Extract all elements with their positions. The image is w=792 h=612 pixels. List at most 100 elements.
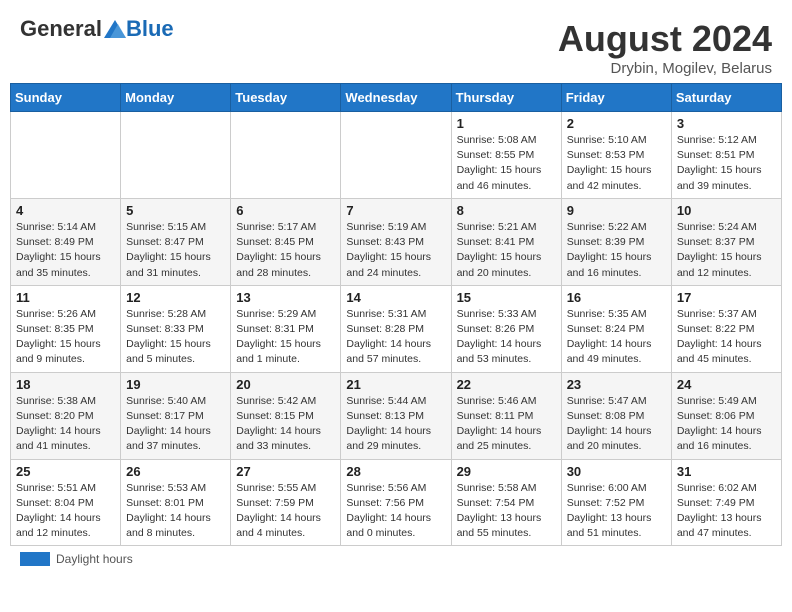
calendar-cell: 7 Sunrise: 5:19 AM Sunset: 8:43 PM Daylig… [341,198,451,285]
week-row-1: 4Sunrise: 5:14 AM Sunset: 8:49 PM Daylig… [11,198,782,285]
calendar-cell: 6 Sunrise: 5:17 AM Sunset: 8:45 PM Daylig… [231,198,341,285]
calendar-cell: 16 Sunrise: 5:35 AM Sunset: 8:24 PM Dayli… [561,285,671,372]
day-number: 31 [677,464,776,479]
calendar-cell: 24 Sunrise: 5:49 AM Sunset: 8:06 PM Dayli… [671,372,781,459]
calendar-cell: 30 Sunrise: 6:00 AM Sunset: 7:52 PM Dayli… [561,459,671,546]
calendar-cell [341,112,451,199]
day-info: Sunrise: 5:37 AM Sunset: 8:22 PM Dayligh… [677,307,776,368]
weekday-header-monday: Monday [121,84,231,112]
day-info: Sunrise: 6:00 AM Sunset: 7:52 PM Dayligh… [567,481,666,542]
weekday-header-tuesday: Tuesday [231,84,341,112]
day-number: 29 [457,464,556,479]
day-number: 11 [16,290,115,305]
month-year: August 2024 [558,18,772,60]
day-info: Sunrise: 5:49 AM Sunset: 8:06 PM Dayligh… [677,394,776,455]
calendar-cell: 4Sunrise: 5:14 AM Sunset: 8:49 PM Daylig… [11,198,121,285]
calendar-cell: 27 Sunrise: 5:55 AM Sunset: 7:59 PM Dayli… [231,459,341,546]
day-number: 13 [236,290,335,305]
calendar-cell: 8Sunrise: 5:21 AM Sunset: 8:41 PM Daylig… [451,198,561,285]
weekday-header-saturday: Saturday [671,84,781,112]
day-info: Sunrise: 5:29 AM Sunset: 8:31 PM Dayligh… [236,307,335,368]
logo: General Blue [20,18,174,40]
day-number: 24 [677,377,776,392]
day-number: 20 [236,377,335,392]
day-number: 14 [346,290,445,305]
day-info: Sunrise: 5:19 AM Sunset: 8:43 PM Dayligh… [346,220,445,281]
week-row-0: 1Sunrise: 5:08 AM Sunset: 8:55 PM Daylig… [11,112,782,199]
logo-icon [104,20,126,38]
weekday-header-sunday: Sunday [11,84,121,112]
title-area: August 2024 Drybin, Mogilev, Belarus [558,18,772,77]
day-info: Sunrise: 5:46 AM Sunset: 8:11 PM Dayligh… [457,394,556,455]
calendar-cell [121,112,231,199]
day-info: Sunrise: 5:35 AM Sunset: 8:24 PM Dayligh… [567,307,666,368]
calendar-cell: 20Sunrise: 5:42 AM Sunset: 8:15 PM Dayli… [231,372,341,459]
day-info: Sunrise: 5:38 AM Sunset: 8:20 PM Dayligh… [16,394,115,455]
day-info: Sunrise: 5:56 AM Sunset: 7:56 PM Dayligh… [346,481,445,542]
day-number: 30 [567,464,666,479]
calendar-cell: 31 Sunrise: 6:02 AM Sunset: 7:49 PM Dayli… [671,459,781,546]
day-number: 5 [126,203,225,218]
day-number: 18 [16,377,115,392]
day-number: 3 [677,116,776,131]
calendar-cell: 14Sunrise: 5:31 AM Sunset: 8:28 PM Dayli… [341,285,451,372]
day-info: Sunrise: 6:02 AM Sunset: 7:49 PM Dayligh… [677,481,776,542]
calendar-cell: 19 Sunrise: 5:40 AM Sunset: 8:17 PM Dayli… [121,372,231,459]
daylight-label: Daylight hours [56,552,133,566]
calendar-cell: 28 Sunrise: 5:56 AM Sunset: 7:56 PM Dayli… [341,459,451,546]
weekday-header-row: SundayMondayTuesdayWednesdayThursdayFrid… [11,84,782,112]
day-info: Sunrise: 5:26 AM Sunset: 8:35 PM Dayligh… [16,307,115,368]
day-info: Sunrise: 5:51 AM Sunset: 8:04 PM Dayligh… [16,481,115,542]
day-info: Sunrise: 5:15 AM Sunset: 8:47 PM Dayligh… [126,220,225,281]
calendar-cell: 1Sunrise: 5:08 AM Sunset: 8:55 PM Daylig… [451,112,561,199]
calendar-table: SundayMondayTuesdayWednesdayThursdayFrid… [10,83,782,546]
day-number: 21 [346,377,445,392]
weekday-header-thursday: Thursday [451,84,561,112]
day-number: 25 [16,464,115,479]
day-info: Sunrise: 5:24 AM Sunset: 8:37 PM Dayligh… [677,220,776,281]
day-number: 7 [346,203,445,218]
header: General Blue August 2024 Drybin, Mogilev… [10,10,782,83]
logo-blue: Blue [126,18,174,40]
day-info: Sunrise: 5:12 AM Sunset: 8:51 PM Dayligh… [677,133,776,194]
day-info: Sunrise: 5:28 AM Sunset: 8:33 PM Dayligh… [126,307,225,368]
calendar-cell: 29 Sunrise: 5:58 AM Sunset: 7:54 PM Dayli… [451,459,561,546]
daylight-swatch [20,552,50,566]
logo-area: General Blue [20,18,174,40]
day-number: 22 [457,377,556,392]
footer: Daylight hours [10,546,782,568]
day-number: 12 [126,290,225,305]
day-info: Sunrise: 5:10 AM Sunset: 8:53 PM Dayligh… [567,133,666,194]
week-row-3: 18 Sunrise: 5:38 AM Sunset: 8:20 PM Dayli… [11,372,782,459]
day-info: Sunrise: 5:17 AM Sunset: 8:45 PM Dayligh… [236,220,335,281]
week-row-2: 11 Sunrise: 5:26 AM Sunset: 8:35 PM Dayli… [11,285,782,372]
location: Drybin, Mogilev, Belarus [558,60,772,77]
day-number: 1 [457,116,556,131]
day-info: Sunrise: 5:44 AM Sunset: 8:13 PM Dayligh… [346,394,445,455]
calendar-cell: 22 Sunrise: 5:46 AM Sunset: 8:11 PM Dayli… [451,372,561,459]
calendar-cell: 13 Sunrise: 5:29 AM Sunset: 8:31 PM Dayli… [231,285,341,372]
calendar-cell [11,112,121,199]
day-number: 6 [236,203,335,218]
calendar-cell: 25 Sunrise: 5:51 AM Sunset: 8:04 PM Dayli… [11,459,121,546]
day-info: Sunrise: 5:21 AM Sunset: 8:41 PM Dayligh… [457,220,556,281]
day-info: Sunrise: 5:22 AM Sunset: 8:39 PM Dayligh… [567,220,666,281]
day-number: 26 [126,464,225,479]
calendar-cell: 21 Sunrise: 5:44 AM Sunset: 8:13 PM Dayli… [341,372,451,459]
day-number: 16 [567,290,666,305]
calendar-cell: 9Sunrise: 5:22 AM Sunset: 8:39 PM Daylig… [561,198,671,285]
day-info: Sunrise: 5:55 AM Sunset: 7:59 PM Dayligh… [236,481,335,542]
day-info: Sunrise: 5:14 AM Sunset: 8:49 PM Dayligh… [16,220,115,281]
day-number: 27 [236,464,335,479]
calendar-cell: 26Sunrise: 5:53 AM Sunset: 8:01 PM Dayli… [121,459,231,546]
week-row-4: 25 Sunrise: 5:51 AM Sunset: 8:04 PM Dayli… [11,459,782,546]
calendar-cell: 3 Sunrise: 5:12 AM Sunset: 8:51 PM Daylig… [671,112,781,199]
calendar-cell: 10Sunrise: 5:24 AM Sunset: 8:37 PM Dayli… [671,198,781,285]
day-info: Sunrise: 5:58 AM Sunset: 7:54 PM Dayligh… [457,481,556,542]
day-info: Sunrise: 5:40 AM Sunset: 8:17 PM Dayligh… [126,394,225,455]
calendar-cell: 5 Sunrise: 5:15 AM Sunset: 8:47 PM Daylig… [121,198,231,285]
day-number: 19 [126,377,225,392]
calendar-cell: 2Sunrise: 5:10 AM Sunset: 8:53 PM Daylig… [561,112,671,199]
day-info: Sunrise: 5:47 AM Sunset: 8:08 PM Dayligh… [567,394,666,455]
day-number: 28 [346,464,445,479]
